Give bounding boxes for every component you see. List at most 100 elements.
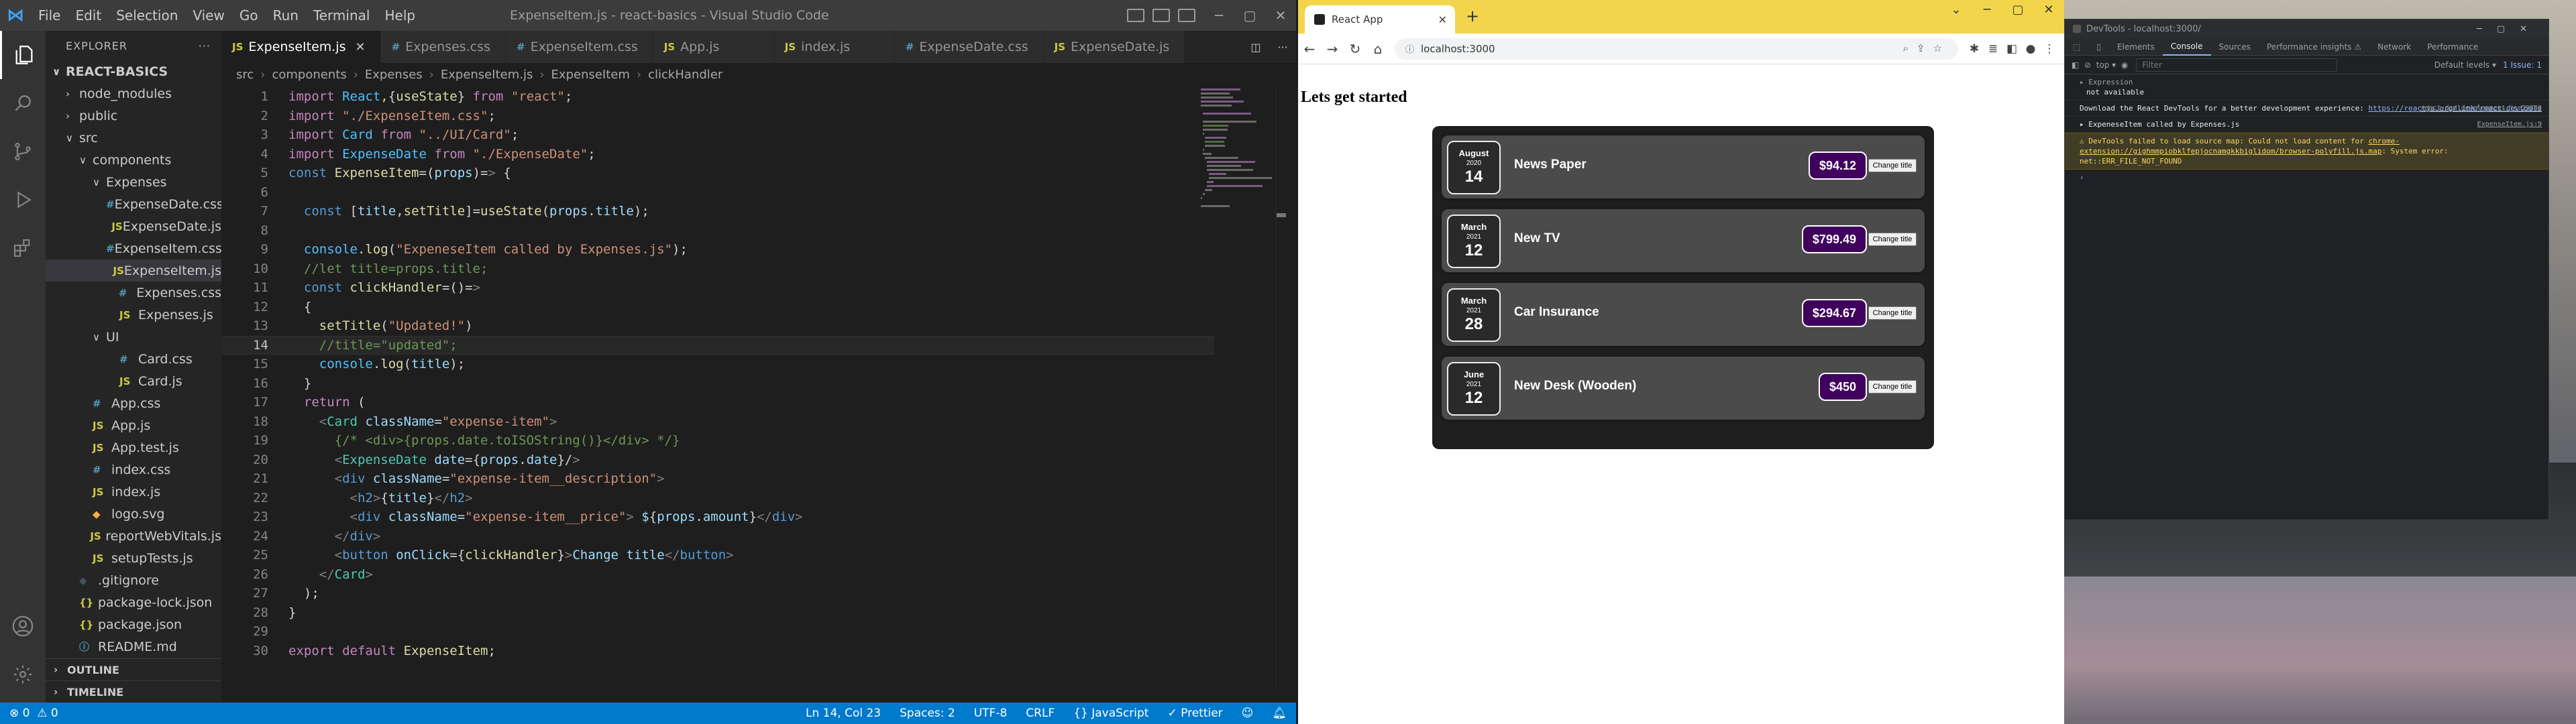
home-icon[interactable]: ⌂ — [1366, 41, 1389, 57]
file-item[interactable]: JS reportWebVitals.js — [46, 525, 221, 547]
extension-puzzle-icon[interactable]: ✱ — [1965, 42, 1984, 56]
editor-tab[interactable]: # ExpenseDate.css — [894, 31, 1044, 63]
breadcrumb-item[interactable]: clickHandler — [648, 68, 722, 82]
change-title-button[interactable]: Change title — [1868, 380, 1917, 394]
file-item[interactable]: ◆ .gitignore — [46, 569, 221, 591]
address-bar[interactable]: ⓘ localhost:3000 ⌕⇪☆ — [1395, 38, 1958, 60]
devtools-window-controls[interactable]: ─▢✕ — [2477, 24, 2542, 34]
file-item[interactable]: JS App.js — [46, 414, 221, 436]
menu-edit[interactable]: Edit — [68, 7, 109, 23]
maximize-button[interactable]: ▢ — [1234, 7, 1265, 23]
file-item[interactable]: JS ExpenseDate.js — [46, 215, 221, 237]
status-language[interactable]: {} JavaScript — [1064, 707, 1158, 720]
breadcrumb-item[interactable]: ExpenseItem.js — [441, 68, 533, 82]
file-item[interactable]: JS Expenses.js — [46, 304, 221, 326]
file-item[interactable]: {} package-lock.json — [46, 591, 221, 613]
menu-view[interactable]: View — [185, 7, 231, 23]
forward-arrow-icon[interactable]: → — [1321, 41, 1344, 57]
menu-help[interactable]: Help — [377, 7, 423, 23]
close-button[interactable]: ✕ — [1265, 7, 1296, 23]
split-editor-icon[interactable]: ◫ — [1250, 41, 1260, 54]
status-errors[interactable]: ⊗ 0 ⚠ 0 — [0, 707, 68, 720]
editor-scrollbar[interactable] — [1276, 86, 1286, 689]
folder-item[interactable]: ∨ Expenses — [46, 171, 221, 193]
browser-close-button[interactable]: ✕ — [2033, 0, 2064, 23]
folder-item[interactable]: › public — [46, 105, 221, 127]
reload-icon[interactable]: ↻ — [1344, 41, 1366, 57]
new-tab-button[interactable]: + — [1466, 7, 1479, 25]
file-item[interactable]: ⓘ README.md — [46, 636, 221, 658]
device-toolbar-icon[interactable]: ▯ — [2088, 42, 2109, 52]
folder-item[interactable]: ∨ UI — [46, 326, 221, 348]
tab-search-icon[interactable]: ⌄ — [1941, 0, 1972, 23]
file-item[interactable]: JS App.test.js — [46, 436, 221, 459]
more-actions-icon[interactable]: ··· — [199, 40, 211, 52]
file-item[interactable]: JS index.js — [46, 481, 221, 503]
outline-section[interactable]: › OUTLINE — [46, 658, 221, 680]
menu-file[interactable]: File — [31, 7, 68, 23]
layout-toggle-icon[interactable] — [1127, 9, 1144, 22]
menu-go[interactable]: Go — [232, 7, 266, 23]
file-item[interactable]: ◆ logo.svg — [46, 503, 221, 525]
back-arrow-icon[interactable]: ← — [1298, 41, 1321, 57]
file-item[interactable]: # ExpenseItem.css — [46, 237, 221, 259]
editor-tab[interactable]: # Expenses.css — [380, 31, 506, 63]
explorer-icon[interactable] — [0, 31, 46, 79]
folder-item[interactable]: ∨ src — [46, 127, 221, 149]
minimize-button[interactable]: ─ — [1203, 7, 1234, 23]
change-title-button[interactable]: Change title — [1868, 306, 1917, 320]
file-item[interactable]: # App.css — [46, 392, 221, 414]
inspect-element-icon[interactable]: ⬚ — [2065, 42, 2088, 52]
breadcrumb-item[interactable]: Expenses — [365, 68, 423, 82]
side-panel-icon[interactable]: ◧ — [2002, 42, 2021, 56]
minimap[interactable] — [1201, 86, 1275, 227]
notifications-bell-icon[interactable]: 🔔︎ — [1263, 707, 1296, 720]
console-warning[interactable]: ⚠ DevTools failed to load source map: Co… — [2065, 133, 2548, 170]
editor-tab[interactable]: JS index.js — [773, 31, 895, 63]
site-info-icon[interactable]: ⓘ — [1405, 42, 1414, 55]
console-source-link[interactable]: ExpenseItem.js:9 — [2477, 119, 2542, 129]
browser-tab[interactable]: React App ✕ — [1305, 5, 1455, 34]
issues-badge[interactable]: 1 Issue: 1 — [2503, 60, 2548, 70]
editor-more-icon[interactable]: ··· — [1277, 41, 1287, 54]
file-item[interactable]: {} package.json — [46, 613, 221, 636]
reading-list-icon[interactable]: ≣ — [1984, 42, 2002, 56]
console-prompt[interactable]: › — [2065, 170, 2548, 185]
file-item[interactable]: JS setupTests.js — [46, 547, 221, 569]
log-levels-select[interactable]: Default levels ▾ — [2434, 60, 2503, 70]
folder-item[interactable]: › node_modules — [46, 82, 221, 105]
clear-console-icon[interactable]: ⊘ — [2084, 60, 2091, 70]
file-item[interactable]: # index.css — [46, 459, 221, 481]
tab-close-icon[interactable]: ✕ — [1438, 13, 1447, 26]
status-cursor-position[interactable]: Ln 14, Col 23 — [796, 707, 890, 720]
live-expression-eye-icon[interactable]: ◉ — [2121, 60, 2128, 70]
layout-sidebar-icon[interactable] — [1178, 9, 1195, 22]
browser-minimize-button[interactable]: ─ — [1972, 0, 2002, 23]
status-eol[interactable]: CRLF — [1016, 707, 1064, 720]
layout-panel-icon[interactable] — [1152, 9, 1170, 22]
status-indentation[interactable]: Spaces: 2 — [890, 707, 965, 720]
settings-gear-icon[interactable] — [0, 650, 46, 699]
file-item[interactable]: # ExpenseDate.css — [46, 193, 221, 215]
status-prettier[interactable]: ✓ Prettier — [1158, 707, 1232, 720]
console-filter-input[interactable]: Filter — [2136, 58, 2338, 72]
editor-tab[interactable]: JS ExpenseItem.js ✕ — [221, 31, 381, 63]
account-icon[interactable] — [0, 602, 46, 650]
editor-tab[interactable]: # ExpenseItem.css — [505, 31, 653, 63]
file-item[interactable]: # Expenses.css — [46, 282, 221, 304]
file-item[interactable]: JS ExpenseItem.js — [46, 259, 221, 282]
editor-tab[interactable]: JS ExpenseDate.js — [1043, 31, 1185, 63]
source-control-icon[interactable] — [0, 127, 46, 176]
devtools-tab-console[interactable]: Console — [2162, 38, 2211, 56]
devtools-tab-performance[interactable]: Performance — [2419, 42, 2486, 52]
menu-run[interactable]: Run — [266, 7, 306, 23]
console-message[interactable]: Download the React DevTools for a better… — [2065, 101, 2548, 117]
folder-item[interactable]: ∨ components — [46, 149, 221, 171]
file-item[interactable]: # Card.css — [46, 348, 221, 370]
file-item[interactable]: JS Card.js — [46, 370, 221, 392]
menu-terminal[interactable]: Terminal — [306, 7, 378, 23]
status-encoding[interactable]: UTF-8 — [965, 707, 1017, 720]
live-expression[interactable]: ▸ Expression not available — [2065, 74, 2548, 101]
timeline-section[interactable]: › TIMELINE — [46, 680, 221, 703]
editor-tab[interactable]: JS App.js — [653, 31, 774, 63]
